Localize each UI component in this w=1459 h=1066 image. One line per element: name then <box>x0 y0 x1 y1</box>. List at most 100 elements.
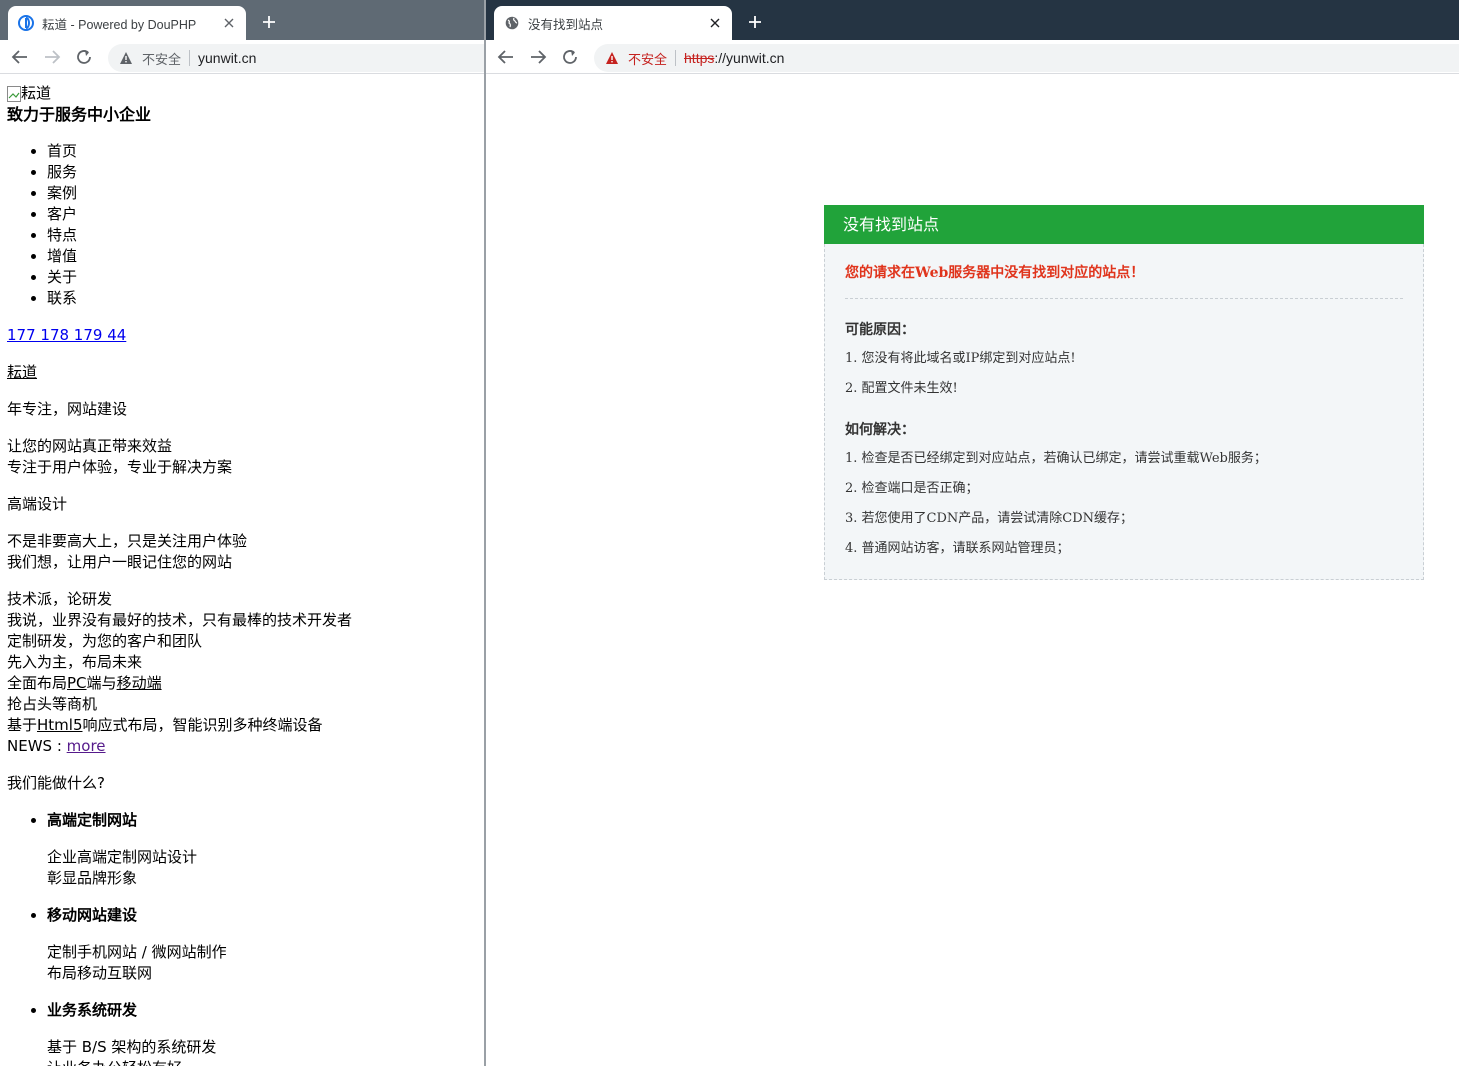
nav-item-label[interactable]: 服务 <box>47 163 77 181</box>
nav-item-features[interactable]: 特点 <box>47 225 477 246</box>
nav-item-label[interactable]: 客户 <box>47 205 77 223</box>
url-text[interactable]: https://yunwit.cn <box>684 50 784 66</box>
service-item: 高端定制网站 企业高端定制网站设计彰显品牌形象 <box>47 810 477 889</box>
tech-text: 端与 <box>86 674 117 692</box>
tech-line: 先入为主，布局未来 <box>7 653 143 671</box>
tab-douphp[interactable]: 耘道 - Powered by DouPHP <box>8 6 246 40</box>
tech-line: 全面布局PC端与移动端 <box>7 673 477 694</box>
nav-item-value-added[interactable]: 增值 <box>47 246 477 267</box>
service-item: 移动网站建设 定制手机网站 / 微网站制作布局移动互联网 <box>47 905 477 984</box>
nav-item-contact[interactable]: 联系 <box>47 288 477 309</box>
tech-line: 定制研发，为您的客户和团队 <box>7 632 203 650</box>
nav-item-label[interactable]: 联系 <box>47 289 77 307</box>
solutions-title: 如何解决： <box>845 422 915 438</box>
tech-text: 全面布局 <box>7 674 68 692</box>
tech-text: 基于 <box>7 716 38 734</box>
tech-block: 技术派，论研发 我说，业界没有最好的技术，只有最棒的技术开发者 定制研发，为您的… <box>7 589 477 757</box>
tech-line: 抢占头等商机 <box>7 695 98 713</box>
solution-item: 4. 普通网站访客，请联系网站管理员； <box>845 541 1070 556</box>
nav-item-label[interactable]: 增值 <box>47 247 77 265</box>
douphp-logo-icon <box>18 15 34 31</box>
brand-link[interactable]: 耘道 <box>7 363 37 381</box>
tagline: 致力于服务中小企业 <box>7 105 152 124</box>
design-heading: 高端设计 <box>7 495 68 513</box>
news-line: NEWS : more <box>7 736 477 757</box>
news-more-link[interactable]: more <box>67 737 106 755</box>
back-button[interactable] <box>8 45 32 69</box>
service-desc-line: 企业高端定制网站设计 <box>47 848 198 866</box>
years-text: 年专注，网站建设 <box>7 400 128 418</box>
new-tab-button[interactable] <box>744 11 766 33</box>
design-line: 不是非要高大上，只是关注用户体验 <box>7 532 248 550</box>
security-label[interactable]: 不安全 <box>142 49 181 68</box>
reasons-list: 1. 您没有将此域名或IP绑定到对应站点! 2. 配置文件未生效! <box>845 349 1403 399</box>
nav-item-services[interactable]: 服务 <box>47 162 477 183</box>
service-desc: 企业高端定制网站设计 彰显品牌形象 <box>47 847 477 889</box>
reload-button[interactable] <box>72 45 96 69</box>
tab-site-not-found[interactable]: 没有找到站点 <box>494 6 732 40</box>
browser-window-right: 没有找到站点 不安全 https://yunwit.cn 没有找到站点 您的请求… <box>486 0 1459 1066</box>
address-bar[interactable]: 不安全 yunwit.cn <box>108 44 484 72</box>
toolbar: 不安全 yunwit.cn <box>0 40 484 74</box>
forward-button[interactable] <box>526 45 550 69</box>
main-nav: 首页 服务 案例 客户 特点 增值 关于 联系 <box>7 141 477 309</box>
tech-line: 基于Html5响应式布局，智能识别多种终端设备 <box>7 715 477 736</box>
value-block: 让您的网站真正带来效益 专注于用户体验，专业于解决方案 <box>7 436 477 478</box>
what-heading: 我们能做什么? <box>7 774 105 792</box>
nav-item-label[interactable]: 特点 <box>47 226 77 244</box>
value-line: 让您的网站真正带来效益 <box>7 437 173 455</box>
page-content: 耘道 致力于服务中小企业 首页 服务 案例 客户 特点 增值 关于 联系 177… <box>0 75 484 1066</box>
reload-button[interactable] <box>558 45 582 69</box>
nav-item-label[interactable]: 首页 <box>47 142 77 160</box>
url-host: ://yunwit.cn <box>714 50 785 66</box>
globe-icon <box>504 15 520 31</box>
url-text[interactable]: yunwit.cn <box>198 50 256 66</box>
nav-item-home[interactable]: 首页 <box>47 141 477 162</box>
error-body: 您的请求在Web服务器中没有找到对应的站点！ 可能原因： 1. 您没有将此域名或… <box>824 244 1424 580</box>
omnibox-separator <box>189 50 191 66</box>
error-panel: 没有找到站点 您的请求在Web服务器中没有找到对应的站点！ 可能原因： 1. 您… <box>824 205 1424 580</box>
close-icon[interactable] <box>220 14 238 32</box>
omnibox-separator <box>675 50 677 66</box>
nav-item-label[interactable]: 关于 <box>47 268 77 286</box>
logo-alt-text: 耘道 <box>21 84 52 102</box>
forward-button[interactable] <box>40 45 64 69</box>
service-item: 业务系统研发 基于 B/S 架构的系统研发让业务办公轻松有好 <box>47 1000 477 1066</box>
toolbar: 不安全 https://yunwit.cn <box>486 40 1459 74</box>
tech-line: 技术派，论研发 <box>7 590 113 608</box>
back-button[interactable] <box>494 45 518 69</box>
new-tab-button[interactable] <box>258 11 280 33</box>
nav-item-label[interactable]: 案例 <box>47 184 77 202</box>
service-desc: 基于 B/S 架构的系统研发让业务办公轻松有好 <box>47 1037 477 1066</box>
nav-item-about[interactable]: 关于 <box>47 267 477 288</box>
service-desc-line: 彰显品牌形象 <box>47 869 138 887</box>
error-message: 您的请求在Web服务器中没有找到对应的站点！ <box>845 262 1403 299</box>
design-block: 不是非要高大上，只是关注用户体验 我们想，让用户一眼记住您的网站 <box>7 531 477 573</box>
design-line: 我们想，让用户一眼记住您的网站 <box>7 553 233 571</box>
tab-strip: 没有找到站点 <box>486 0 1459 40</box>
warning-icon[interactable] <box>118 50 134 66</box>
tech-line: 我说，业界没有最好的技术，只有最棒的技术开发者 <box>7 611 353 629</box>
security-label[interactable]: 不安全 <box>628 49 667 68</box>
tech-pc-link[interactable]: PC <box>67 674 87 692</box>
tech-mobile-link[interactable]: 移动端 <box>117 674 162 692</box>
warning-icon[interactable] <box>604 50 620 66</box>
broken-image-icon <box>7 85 21 102</box>
tech-text: 响应式布局，智能识别多种终端设备 <box>82 716 323 734</box>
address-bar[interactable]: 不安全 https://yunwit.cn <box>594 44 1459 72</box>
service-desc-line: 布局移动互联网 <box>47 964 153 982</box>
tab-title: 耘道 - Powered by DouPHP <box>42 17 197 32</box>
phone-link[interactable]: 177 178 179 44 <box>7 326 126 344</box>
solution-item: 2. 检查端口是否正确； <box>845 481 979 496</box>
page-content: 没有找到站点 您的请求在Web服务器中没有找到对应的站点！ 可能原因： 1. 您… <box>486 75 1459 1066</box>
tab-title: 没有找到站点 <box>528 17 604 32</box>
reason-item: 2. 配置文件未生效! <box>845 381 958 396</box>
close-icon[interactable] <box>706 14 724 32</box>
solutions-list: 1. 检查是否已经绑定到对应站点，若确认已绑定，请尝试重载Web服务； 2. 检… <box>845 449 1403 559</box>
tech-html5-link[interactable]: Html5 <box>37 716 82 734</box>
nav-item-clients[interactable]: 客户 <box>47 204 477 225</box>
error-header: 没有找到站点 <box>824 205 1424 244</box>
solution-item: 1. 检查是否已经绑定到对应站点，若确认已绑定，请尝试重载Web服务； <box>845 451 1267 466</box>
reasons-title: 可能原因： <box>845 322 915 338</box>
nav-item-cases[interactable]: 案例 <box>47 183 477 204</box>
